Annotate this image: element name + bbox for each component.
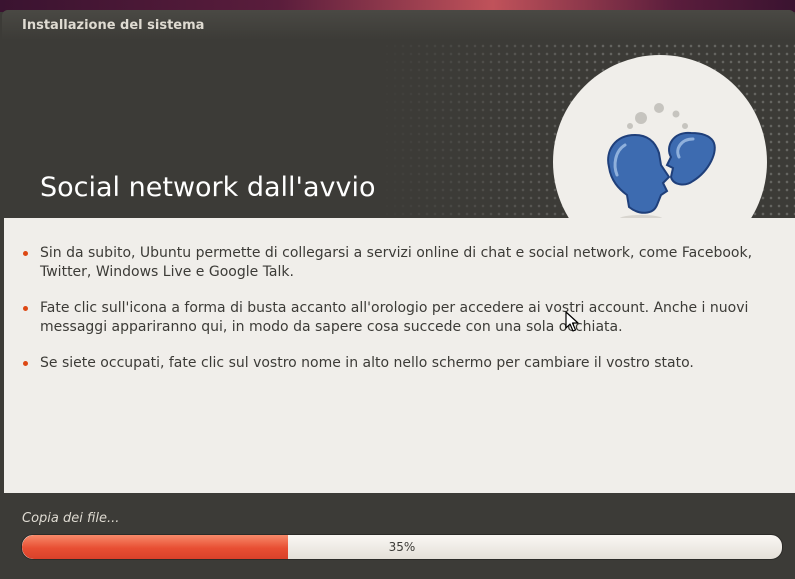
list-item: Se siete occupati, fate clic sul vostro … <box>22 354 782 373</box>
install-footer: Copia dei file... 35% <box>2 493 795 579</box>
bullet-list: Sin da subito, Ubuntu permette di colleg… <box>22 244 782 390</box>
list-item: Fate clic sull'icona a forma di busta ac… <box>22 299 782 337</box>
slide-title: Social network dall'avvio <box>40 172 376 203</box>
status-text: Copia dei file... <box>22 511 120 526</box>
list-item: Sin da subito, Ubuntu permette di colleg… <box>22 244 782 282</box>
progress-label: 35% <box>388 540 416 554</box>
slide-content: Sin da subito, Ubuntu permette di colleg… <box>4 218 795 493</box>
progress-bar: 35% <box>21 534 783 560</box>
installer-window: Installazione del sistema Social network… <box>2 10 795 579</box>
mouse-cursor-icon <box>565 311 579 332</box>
window-titlebar[interactable]: Installazione del sistema <box>2 10 795 40</box>
window-title: Installazione del sistema <box>22 18 205 33</box>
